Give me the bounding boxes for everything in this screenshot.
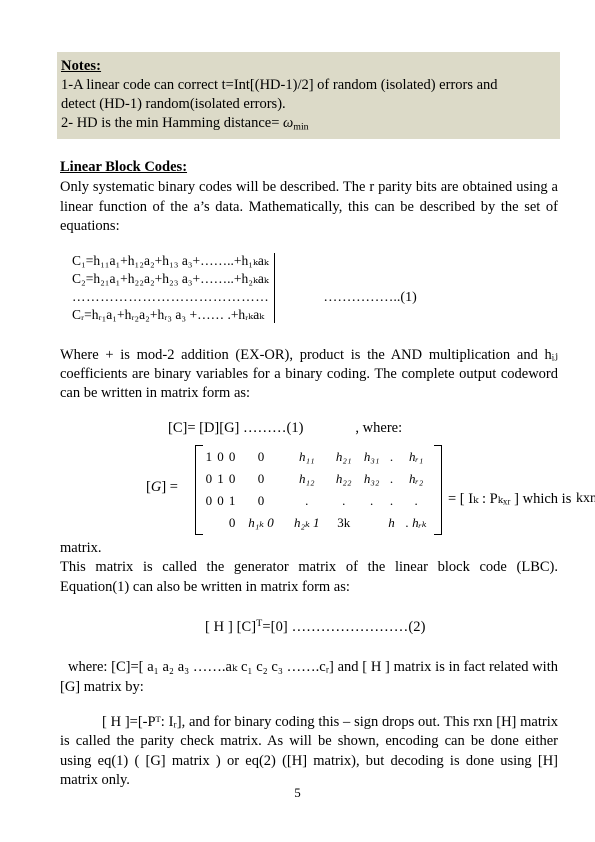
matrix-row: 0 0 1 0 . . . . . xyxy=(203,490,435,512)
equation-row-r: Cᵣ=hᵣ₁a₁+hᵣ₂a₂+hᵣ₃ a₃ +…… .+hᵣₖaₖ xyxy=(72,306,265,322)
paragraph-generator-matrix: This matrix is called the generator matr… xyxy=(60,559,558,595)
matrix-cell: 1 xyxy=(217,470,224,486)
paragraph-where-mod2: Where + is mod-2 addition (EX-OR), produ… xyxy=(60,346,558,402)
matrix-cell: h₁₂ xyxy=(299,470,315,486)
matrix-cell: h₂₁ xyxy=(335,448,352,464)
page-number: 5 xyxy=(294,785,301,800)
matrix-cell: 1 xyxy=(205,448,213,464)
matrix-cell: 1 xyxy=(228,492,236,508)
equation-2-post: =[0] ……………………(2) xyxy=(262,619,426,636)
generator-matrix-table: 1 0 0 0 h₁₁ h₂₁ h₃₁ . hᵣ₁ 0 1 0 0 h₁₂ h₂… xyxy=(203,446,435,534)
matrix-cell xyxy=(358,512,386,534)
notes-title: Notes: xyxy=(61,58,102,74)
generator-matrix-rhs: = [ Iₖ : Pₖₓᵣ ] which is xyxy=(448,490,572,507)
g-label-close-bracket: ] = xyxy=(161,478,178,495)
matrix-cell: h₂₂ xyxy=(335,470,352,486)
matrix-brackets: 1 0 0 0 h₁₁ h₂₁ h₃₁ . hᵣ₁ 0 1 0 0 h₁₂ h₂… xyxy=(195,443,442,537)
document-body: Linear Block Codes: Only systematic bina… xyxy=(60,158,595,791)
matrix-cell: . xyxy=(389,448,394,464)
document-page: Notes: 1-A linear code can correct t=Int… xyxy=(0,0,595,842)
matrix-cell: h₁ₖ 0 xyxy=(248,514,274,530)
notes-line-3: 2- HD is the min Hamming distance= ωmin xyxy=(61,114,556,133)
matrix-cell: . xyxy=(389,492,394,508)
matrix-cell: h₃₁ xyxy=(363,448,380,464)
matrix-cell: hᵣ₂ xyxy=(409,470,424,486)
paragraph-intro: Only systematic binary codes will be des… xyxy=(60,179,558,234)
matrix-row: 0 h₁ₖ 0 h₂ₖ 1 3k h . hᵣₖ xyxy=(203,512,435,534)
matrix-cell: 0 xyxy=(257,448,265,464)
matrix-cell: 0 xyxy=(257,470,265,486)
matrix-cell: 0 xyxy=(217,492,224,508)
matrix-row: 1 0 0 0 h₁₁ h₂₁ h₃₁ . hᵣ₁ xyxy=(203,446,435,468)
matrix-cell: 3k xyxy=(337,514,351,530)
paragraph-parity-check-matrix: [ H ]=[-Pᵀ: Iᵣ], and for binary coding t… xyxy=(60,714,558,789)
notes-line-1: 1-A linear code can correct t=Int[(HD-1)… xyxy=(61,76,498,93)
matrix-cell: . xyxy=(342,492,346,508)
matrix-cell: 0 xyxy=(205,470,213,486)
matrix-cell: . xyxy=(414,492,418,508)
matrix-cell: h₁₁ xyxy=(299,448,315,464)
omega-symbol: ω xyxy=(283,114,294,131)
equation-row-2: C₂=h₂₁a₁+h₂₂a₂+h₂₃ a₃+……..+h₂ₖaₖ xyxy=(72,271,269,287)
paragraph-where-codeword: where: [C]=[ a₁ a₂ a₃ …….aₖ c₁ c₂ c₃ …….… xyxy=(60,659,558,695)
matrix-form-equation-line: [C]= [D][G] ………(1) , where: xyxy=(168,420,558,437)
equation-set-1: C₁=h₁₁a₁+h₁₂a₂+h₁₃ a₃+……..+h₁ₖaₖ C₂=h₂₁a… xyxy=(72,252,532,323)
matrix-form-where-label: , where: xyxy=(355,419,403,436)
equation-row-ellipsis: …………………………………… xyxy=(72,289,270,305)
matrix-cell: h xyxy=(388,514,395,530)
generator-matrix-label: [G] = xyxy=(146,479,178,496)
matrix-cell: hᵣ₁ xyxy=(409,448,424,464)
generator-matrix-block: [G] = 1 0 0 0 h₁₁ h₂₁ h₃₁ . hᵣ₁ 0 1 0 0 … xyxy=(60,443,595,539)
paragraph-matrix-word: matrix. xyxy=(60,539,102,556)
matrix-cell: . xyxy=(389,470,394,486)
notes-callout-box: Notes: 1-A linear code can correct t=Int… xyxy=(57,52,560,140)
matrix-cell: . xyxy=(370,492,374,508)
notes-line-2: detect (HD-1) random(isolated errors). xyxy=(61,95,286,112)
equation-tag-1: ……………..(1) xyxy=(323,290,417,306)
matrix-row: 0 1 0 0 h₁₂ h₂₂ h₃₂ . hᵣ₂ xyxy=(203,468,435,490)
matrix-cell: . hᵣₖ xyxy=(405,514,427,530)
g-label-letter: G xyxy=(150,478,162,495)
matrix-cell: 0 xyxy=(228,470,236,486)
notes-line-3-text: 2- HD is the min Hamming distance= xyxy=(61,114,284,131)
matrix-cell: h₂ₖ 1 xyxy=(294,514,320,530)
matrix-form-formula: [C]= [D][G] ………(1) xyxy=(168,419,304,436)
matrix-cell: 0 xyxy=(217,448,224,464)
matrix-cell xyxy=(203,512,215,534)
equation-2-pre: [ H ] [C] xyxy=(205,619,257,636)
equation-row-1: C₁=h₁₁a₁+h₁₂a₂+h₁₃ a₃+……..+h₁ₖaₖ xyxy=(72,253,269,269)
equation-rows: C₁=h₁₁a₁+h₁₂a₂+h₁₃ a₃+……..+h₁ₖaₖ C₂=h₂₁a… xyxy=(72,252,276,323)
generator-matrix-dimension: kxn xyxy=(576,490,595,506)
matrix-cell: . xyxy=(305,492,309,508)
matrix-cell xyxy=(215,512,227,534)
section-heading-linear-block-codes: Linear Block Codes: xyxy=(60,159,188,175)
matrix-cell: 0 xyxy=(228,514,236,530)
equation-2: [ H ] [C]T=[0] ……………………(2) xyxy=(205,619,558,636)
matrix-cell: 0 xyxy=(228,448,236,464)
matrix-cell: 0 xyxy=(205,492,213,508)
matrix-cell: 0 xyxy=(257,492,265,508)
matrix-cell: h₃₂ xyxy=(363,470,380,486)
omega-subscript: min xyxy=(293,121,309,133)
